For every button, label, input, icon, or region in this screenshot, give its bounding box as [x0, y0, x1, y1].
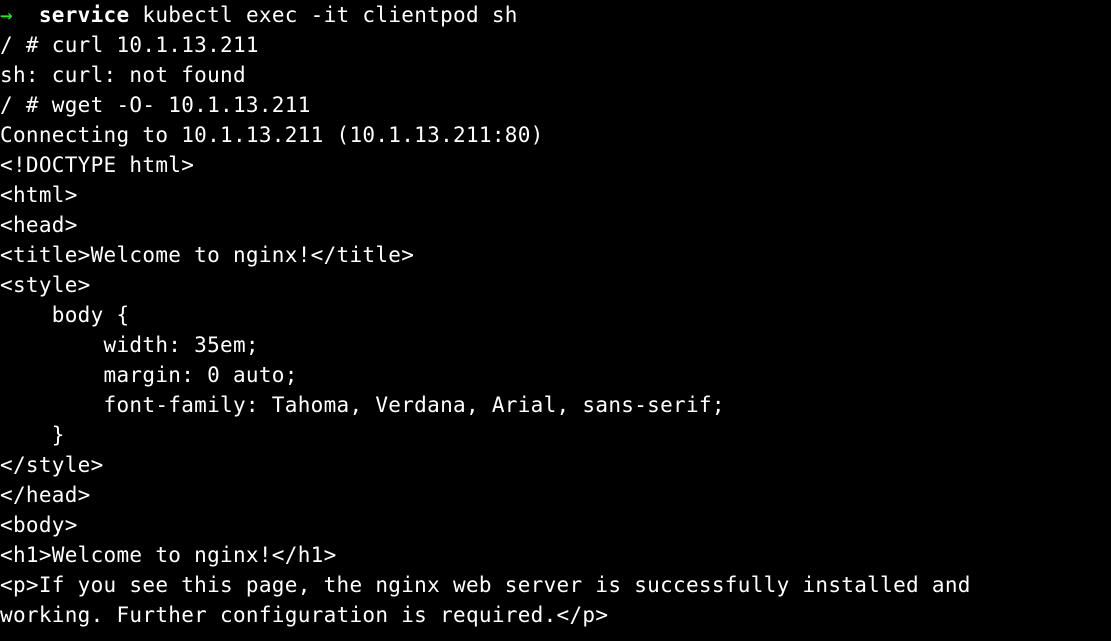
terminal-line: </head>: [0, 480, 1111, 510]
terminal-line: Connecting to 10.1.13.211 (10.1.13.211:8…: [0, 120, 1111, 150]
terminal-line: <body>: [0, 510, 1111, 540]
path-segment: service: [13, 3, 130, 27]
terminal-line: <!DOCTYPE html>: [0, 150, 1111, 180]
terminal-line: sh: curl: not found: [0, 60, 1111, 90]
prompt-arrow-icon: →: [0, 3, 13, 27]
terminal-line: / # wget -O- 10.1.13.211: [0, 90, 1111, 120]
terminal-line: }: [0, 420, 1111, 450]
terminal-line: <title>Welcome to nginx!</title>: [0, 240, 1111, 270]
terminal-line: <h1>Welcome to nginx!</h1>: [0, 540, 1111, 570]
terminal-line: body {: [0, 300, 1111, 330]
terminal-line: <style>: [0, 270, 1111, 300]
command-text: kubectl exec -it clientpod sh: [129, 3, 517, 27]
terminal-line: → service kubectl exec -it clientpod sh: [0, 0, 1111, 30]
terminal-line: width: 35em;: [0, 330, 1111, 360]
terminal-output[interactable]: → service kubectl exec -it clientpod sh/…: [0, 0, 1111, 630]
terminal-line: </style>: [0, 450, 1111, 480]
terminal-line: / # curl 10.1.13.211: [0, 30, 1111, 60]
terminal-line: font-family: Tahoma, Verdana, Arial, san…: [0, 390, 1111, 420]
terminal-line: <head>: [0, 210, 1111, 240]
terminal-line: working. Further configuration is requir…: [0, 600, 1111, 630]
terminal-line: <p>If you see this page, the nginx web s…: [0, 570, 1111, 600]
terminal-line: <html>: [0, 180, 1111, 210]
terminal-line: margin: 0 auto;: [0, 360, 1111, 390]
